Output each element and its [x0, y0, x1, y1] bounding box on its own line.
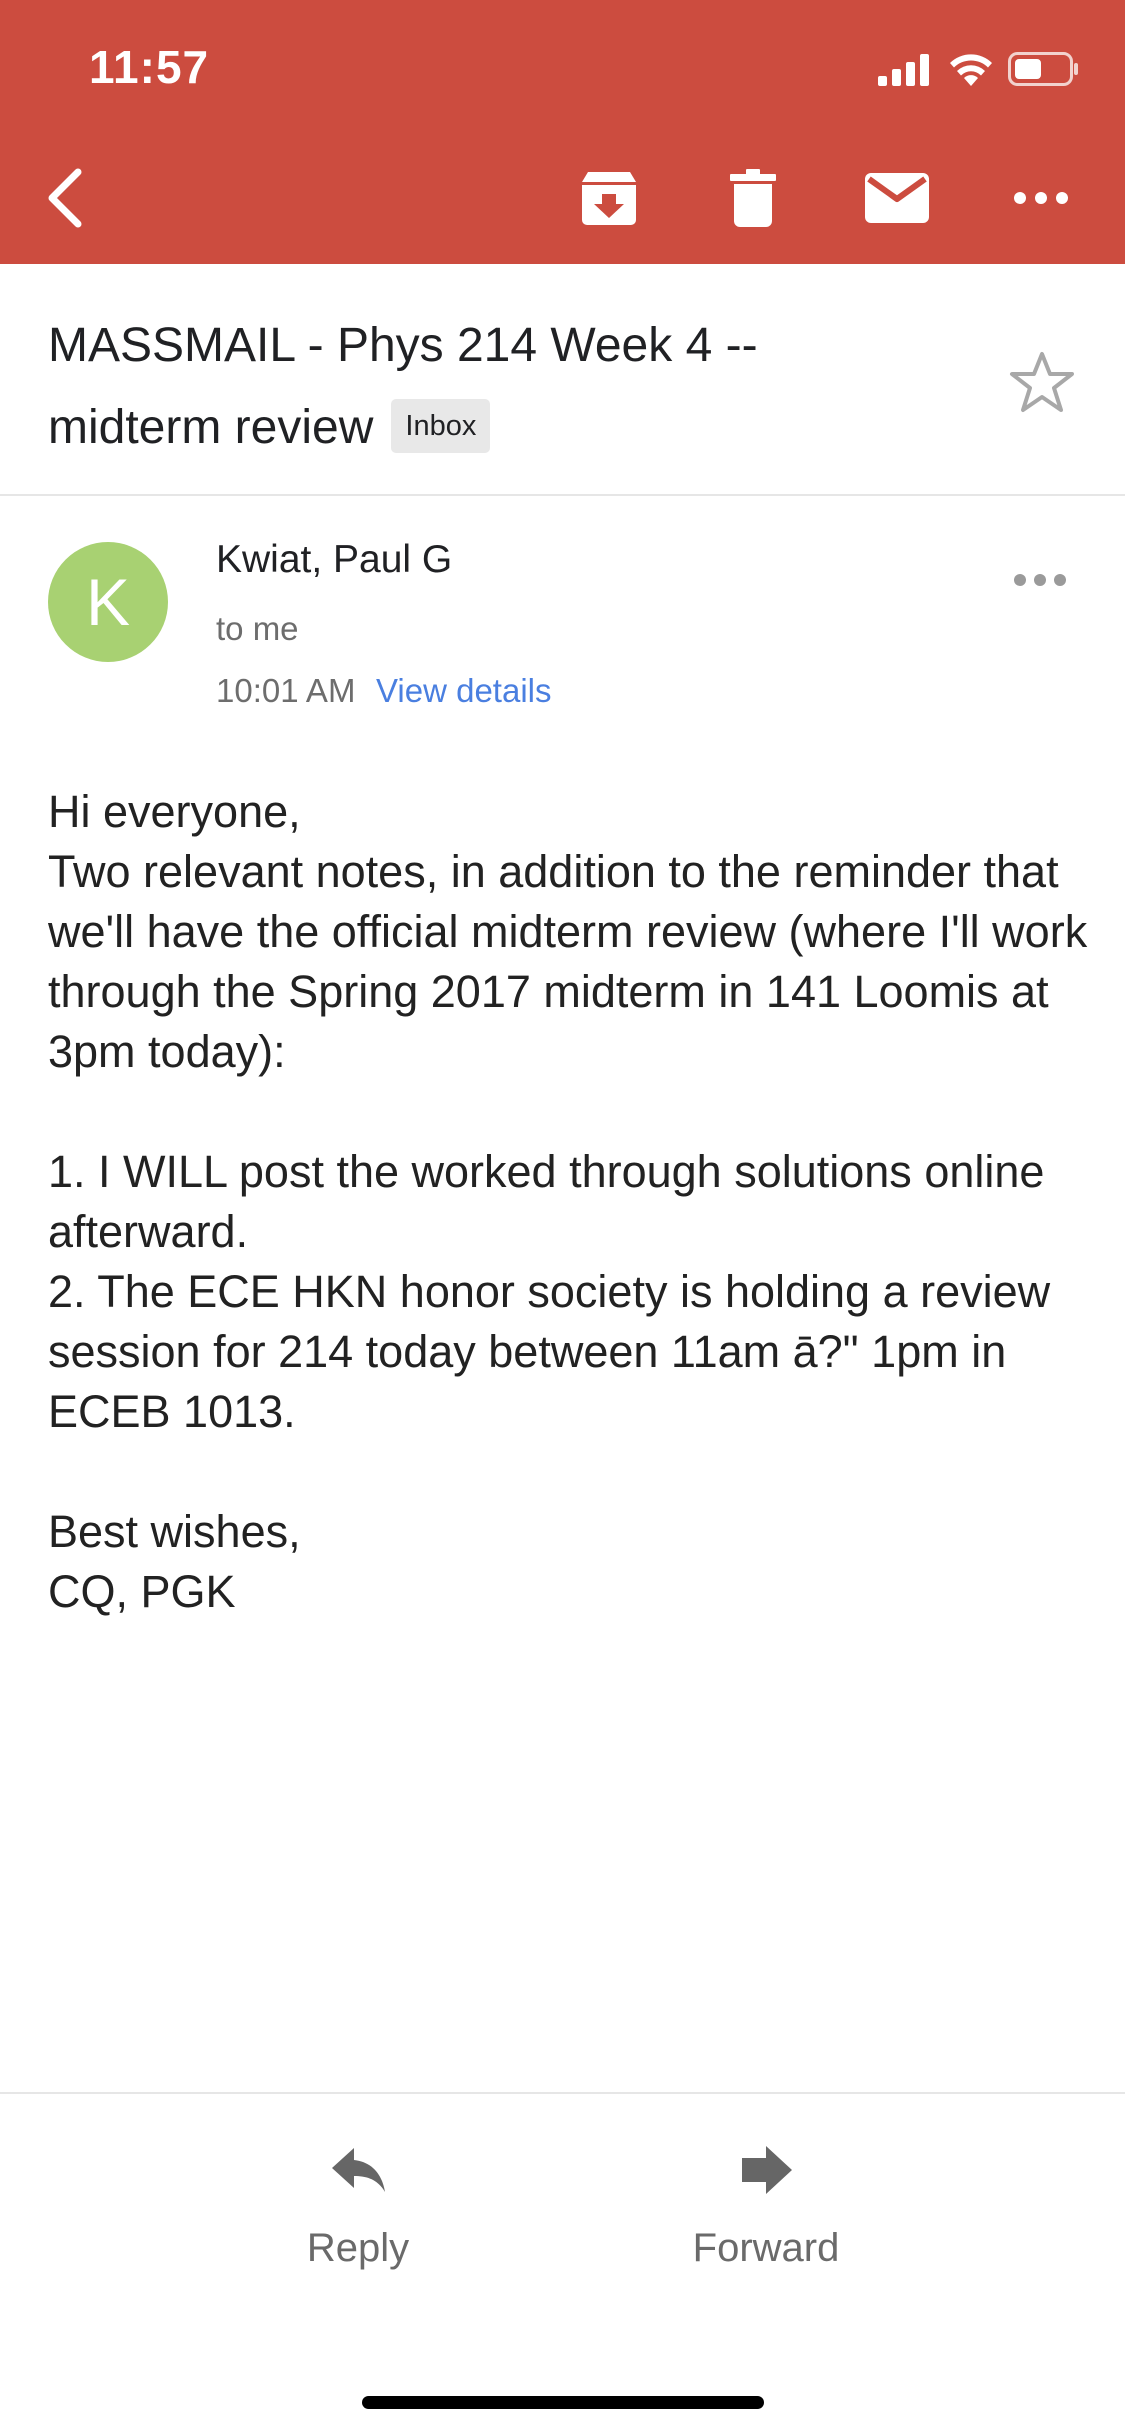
archive-button[interactable]: [571, 160, 647, 236]
app-toolbar: 11:57: [0, 0, 1125, 264]
cellular-signal-icon: [878, 54, 929, 86]
back-button[interactable]: [38, 160, 98, 236]
reply-button[interactable]: Reply: [228, 2140, 488, 2271]
more-options-button[interactable]: [1003, 160, 1079, 236]
reply-icon: [332, 2148, 385, 2192]
back-arrow-icon: [48, 168, 82, 228]
email-body: Hi everyone, Two relevant notes, in addi…: [48, 782, 1088, 1622]
delete-button[interactable]: [715, 160, 791, 236]
sender-avatar[interactable]: K: [48, 542, 168, 662]
more-horizontal-icon: [1014, 574, 1066, 586]
body-line: 1. I WILL post the worked through soluti…: [48, 1146, 1045, 1257]
subject-text: midterm review: [48, 401, 374, 454]
body-blank-line: [48, 1082, 1088, 1142]
more-horizontal-icon: [1014, 192, 1068, 204]
subject-line-1: MASSMAIL - Phys 214 Week 4 --: [48, 319, 758, 372]
status-icons: [878, 50, 1083, 90]
star-button[interactable]: [1008, 348, 1076, 416]
forward-label: Forward: [692, 2226, 840, 2270]
view-details-link[interactable]: View details: [376, 672, 552, 710]
mail-icon: [865, 173, 929, 223]
wifi-icon: [950, 54, 992, 86]
subject-line-2: midterm review Inbox: [48, 387, 868, 469]
body-line: CQ, PGK: [48, 1566, 236, 1617]
reply-label: Reply: [306, 2226, 410, 2270]
trash-icon: [730, 169, 776, 227]
message-time: 10:01 AM: [216, 672, 356, 709]
battery-icon: [1008, 52, 1078, 86]
body-line: Two relevant notes, in addition to the r…: [48, 846, 1088, 1077]
body-line: Hi everyone,: [48, 786, 301, 837]
mark-unread-button[interactable]: [859, 160, 935, 236]
inbox-label-badge[interactable]: Inbox: [391, 399, 491, 454]
recipient-label: to me: [216, 610, 299, 647]
home-indicator[interactable]: [362, 2396, 764, 2409]
archive-icon: [582, 172, 636, 225]
email-subject: MASSMAIL - Phys 214 Week 4 -- midterm re…: [48, 305, 868, 469]
forward-button[interactable]: Forward: [636, 2140, 896, 2271]
sender-name[interactable]: Kwiat, Paul G: [216, 538, 452, 582]
status-time: 11:57: [89, 41, 210, 93]
message-more-button[interactable]: [1010, 562, 1070, 598]
footer-divider: [0, 2092, 1125, 2094]
subject-divider: [0, 494, 1125, 496]
star-icon: [1010, 352, 1074, 412]
forward-icon: [742, 2146, 792, 2194]
body-blank-line: [48, 1442, 1088, 1502]
body-line: Best wishes,: [48, 1506, 301, 1557]
body-line: 2. The ECE HKN honor society is holding …: [48, 1266, 1051, 1437]
